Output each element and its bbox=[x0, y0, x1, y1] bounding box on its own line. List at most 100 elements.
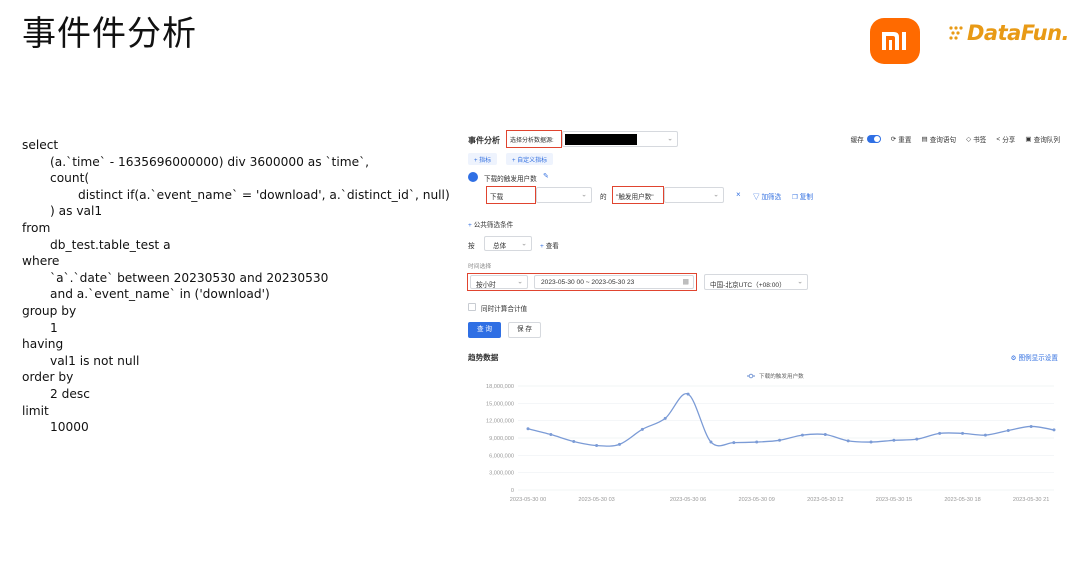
date-range-value: 2023-05-30 00 ~ 2023-05-30 23 bbox=[541, 279, 635, 286]
time-select-label: 时间选择 bbox=[468, 264, 492, 270]
granularity-select[interactable]: 按小时 ⌄ bbox=[470, 275, 528, 289]
sql-line: ) as val1 bbox=[50, 204, 103, 219]
share-button[interactable]: < 分享 bbox=[996, 134, 1015, 145]
event-select-extension[interactable]: ⌄ bbox=[536, 187, 592, 203]
public-filter-label: 公共筛选条件 bbox=[473, 222, 514, 229]
edit-icon[interactable]: ✎ bbox=[543, 172, 549, 180]
datafun-logo-text: DataFun. bbox=[967, 21, 1070, 45]
sql-line: 2 desc bbox=[50, 386, 90, 401]
sum-checkbox[interactable] bbox=[468, 303, 476, 311]
legend-label: 下载的触发用户数 bbox=[759, 372, 804, 380]
copy-icon: ❐ bbox=[792, 194, 798, 201]
y-tick-label: 12,000,000 bbox=[486, 419, 514, 425]
sql-line: `a`.`date` between 20230530 and 20230530 bbox=[50, 270, 329, 285]
group-select[interactable]: 总体 ⌄ bbox=[484, 236, 532, 251]
data-point bbox=[686, 392, 690, 396]
group-value: 总体 bbox=[493, 243, 507, 250]
measure-value: "触发用户数" bbox=[616, 194, 654, 201]
data-point bbox=[800, 433, 804, 437]
app-title: 事件分析 bbox=[468, 136, 500, 145]
copy-button[interactable]: ❐ 复制 bbox=[792, 191, 813, 201]
sql-line: db_test.table_test a bbox=[50, 237, 171, 252]
timezone-value: 中国-北京UTC（+08:00） bbox=[710, 282, 786, 289]
add-metric-button[interactable]: + 指标 bbox=[468, 153, 498, 165]
query-queue-button[interactable]: ▣ 查询队列 bbox=[1025, 134, 1060, 144]
legend-marker bbox=[748, 373, 754, 379]
filter-icon: ▽ bbox=[753, 194, 760, 201]
measure-select[interactable]: "触发用户数" bbox=[612, 186, 664, 204]
query-sql-button[interactable]: ▤ 查询语句 bbox=[921, 134, 956, 144]
query-button[interactable]: 查 询 bbox=[468, 322, 501, 338]
toolbar: 缓存 ⟳ 重置 ▤ 查询语句 ◇ 书签 < 分享 ▣ 查询队列 bbox=[851, 134, 1060, 144]
y-tick-label: 18,000,000 bbox=[486, 384, 514, 390]
bookmark-label: 书签 bbox=[973, 137, 987, 144]
datasource-value-select[interactable]: ⌄ bbox=[562, 131, 678, 147]
view-button[interactable]: + 查看 bbox=[540, 240, 559, 250]
timezone-select[interactable]: 中国-北京UTC（+08:00） ⌄ bbox=[704, 274, 808, 290]
chevron-down-icon: ⌄ bbox=[521, 240, 527, 248]
sql-line: count( bbox=[50, 171, 90, 186]
data-point bbox=[1006, 428, 1010, 432]
date-range-picker[interactable]: 2023-05-30 00 ~ 2023-05-30 23 ▦ bbox=[534, 275, 694, 289]
x-tick-label: 2023-05-30 06 bbox=[670, 497, 706, 503]
sql-line: limit bbox=[22, 403, 49, 418]
datasource-select[interactable]: 选择分析数据源: bbox=[506, 130, 562, 148]
y-tick-label: 9,000,000 bbox=[489, 436, 514, 442]
event-select[interactable]: 下载 bbox=[486, 186, 536, 204]
settings-icon: ⚙ bbox=[1010, 355, 1017, 362]
cache-label: 缓存 bbox=[850, 137, 864, 144]
event-analysis-panel: 事件分析 选择分析数据源: ⌄ 缓存 ⟳ 重置 ▤ 查询语句 ◇ 书签 < 分享 ▣ 查询… bbox=[462, 126, 1068, 504]
y-tick-label: 15,000,000 bbox=[486, 401, 514, 407]
remove-metric-icon[interactable]: × bbox=[736, 190, 741, 199]
save-button[interactable]: 保 存 bbox=[508, 322, 541, 338]
add-custom-metric-button[interactable]: + 自定义指标 bbox=[506, 153, 554, 165]
event-value: 下载 bbox=[490, 194, 504, 201]
data-point bbox=[617, 442, 621, 446]
data-point bbox=[938, 431, 942, 435]
x-tick-label: 2023-05-30 09 bbox=[739, 497, 775, 503]
sql-line: having bbox=[22, 337, 64, 352]
data-point bbox=[549, 433, 553, 437]
data-point bbox=[961, 431, 965, 435]
data-point bbox=[663, 416, 667, 420]
data-point bbox=[778, 438, 782, 442]
bookmark-button[interactable]: ◇ 书签 bbox=[966, 134, 986, 144]
x-tick-label: 2023-05-30 18 bbox=[944, 497, 980, 503]
data-point bbox=[846, 439, 850, 443]
data-point bbox=[983, 433, 987, 437]
calendar-icon: ▦ bbox=[682, 278, 689, 286]
y-tick-label: 3,000,000 bbox=[489, 471, 514, 477]
public-filter-button[interactable]: + 公共筛选条件 bbox=[468, 219, 513, 229]
legend-settings-label: 图例显示设置 bbox=[1018, 355, 1058, 362]
trend-title: 趋势数据 bbox=[468, 353, 499, 362]
cache-toggle[interactable] bbox=[866, 135, 881, 143]
reset-label: 重置 bbox=[898, 137, 912, 144]
plus-icon: + bbox=[540, 243, 544, 250]
sql-line: 1 bbox=[50, 320, 58, 335]
granularity-value: 按小时 bbox=[476, 282, 496, 289]
chevron-down-icon: ⌄ bbox=[713, 191, 719, 199]
xiaomi-logo bbox=[870, 18, 920, 64]
chevron-down-icon: ⌄ bbox=[667, 135, 673, 143]
sql-line: order by bbox=[22, 370, 74, 385]
x-tick-label: 2023-05-30 00 bbox=[510, 497, 546, 503]
data-point bbox=[755, 440, 759, 444]
sql-line: val1 is not null bbox=[50, 353, 140, 368]
legend-settings-button[interactable]: ⚙ 图例显示设置 bbox=[1011, 352, 1058, 362]
reset-button[interactable]: ⟳ 重置 bbox=[891, 134, 912, 144]
trend-chart: 0 3,000,000 6,000,000 9,000,000 12,000,000 15… bbox=[486, 372, 1056, 503]
mi-logo-icon bbox=[882, 32, 906, 50]
sum-checkbox-label: 同时计算合计值 bbox=[481, 306, 528, 313]
add-filter-button[interactable]: ▽ 加筛选 bbox=[753, 191, 781, 201]
data-point bbox=[526, 427, 530, 431]
y-tick-label: 0 bbox=[511, 488, 514, 494]
query-sql-label: 查询语句 bbox=[929, 137, 957, 144]
sql-line: select bbox=[22, 138, 59, 152]
sql-line: where bbox=[22, 254, 60, 269]
share-icon: < bbox=[996, 135, 1001, 143]
measure-select-extension[interactable]: ⌄ bbox=[664, 187, 724, 203]
of-label: 的 bbox=[600, 194, 607, 201]
datasource-label: 选择分析数据源: bbox=[510, 138, 554, 144]
data-point bbox=[915, 437, 919, 441]
query-queue-label: 查询队列 bbox=[1033, 137, 1060, 144]
